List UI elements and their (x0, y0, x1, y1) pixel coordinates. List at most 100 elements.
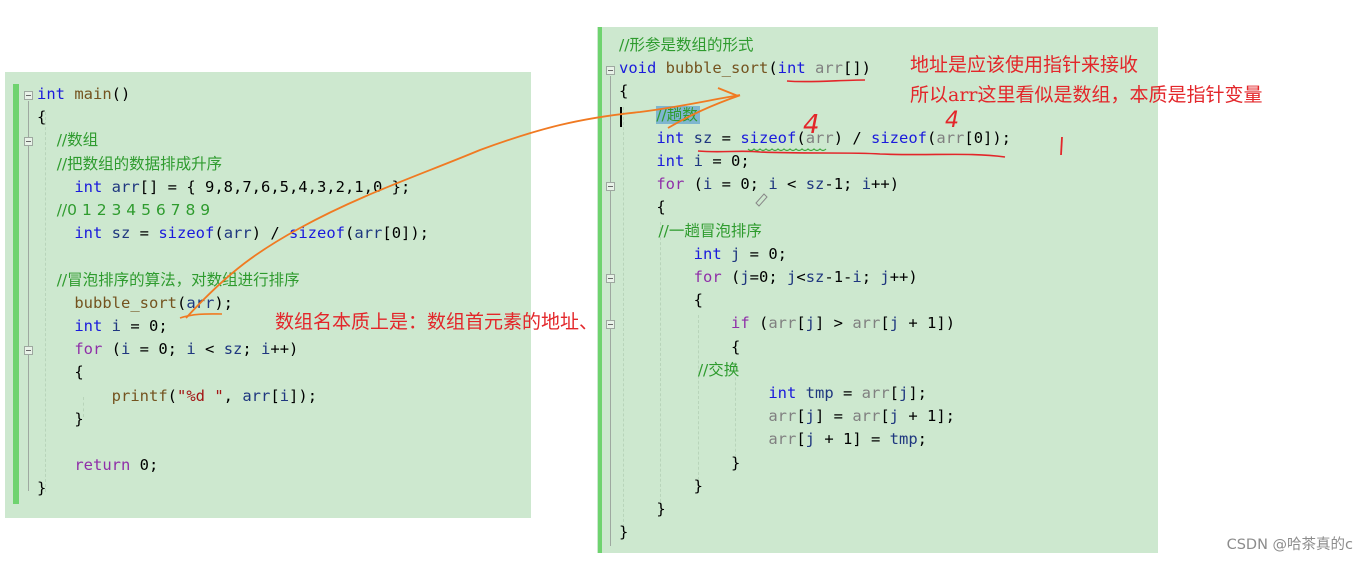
code-line[interactable]: //一趟冒泡排序 (619, 220, 762, 243)
code-token: arr (768, 430, 797, 449)
code-line[interactable]: int j = 0; (619, 243, 787, 266)
code-token: i (693, 152, 704, 170)
fold-toggle-for[interactable] (24, 346, 33, 355)
code-token: i (111, 317, 122, 335)
code-token: //一趟冒泡排序 (619, 221, 762, 240)
code-line[interactable]: int tmp = arr[j]; (619, 382, 927, 405)
code-token: } (37, 409, 84, 428)
fold-toggle-bubble-sort[interactable] (606, 66, 615, 75)
code-line[interactable]: arr[j] = arr[j + 1]; (619, 405, 955, 428)
code-token: j (731, 244, 741, 263)
left-code-editor[interactable]: int main() { //数组 //把数组的数据排成升序 int arr[] … (5, 72, 531, 518)
code-line[interactable]: printf("%d ", arr[i]); (37, 385, 317, 408)
code-line[interactable]: } (619, 452, 740, 475)
code-token: int (656, 128, 685, 147)
code-line[interactable]: } (37, 477, 46, 500)
code-token: ( (796, 128, 806, 147)
code-token: ) / (833, 128, 872, 147)
code-line[interactable]: void bubble_sort(int arr[]) (619, 57, 871, 80)
code-token: { (619, 198, 666, 217)
fold-toggle-inner-for[interactable] (606, 274, 615, 283)
code-line[interactable]: } (37, 408, 84, 431)
code-token: return (74, 456, 131, 475)
code-token: = 0; (130, 340, 187, 359)
code-token: int (74, 224, 103, 243)
code-token: ( (721, 268, 741, 286)
code-token: sz (805, 268, 825, 286)
code-line[interactable]: bubble_sort(arr); (37, 292, 233, 315)
code-line[interactable]: { (37, 361, 83, 384)
code-line[interactable]: { (619, 196, 666, 219)
code-line[interactable]: //形参是数组的形式 (619, 34, 753, 57)
code-token: int (74, 177, 103, 196)
code-line[interactable]: arr[j + 1] = tmp; (619, 428, 927, 451)
code-token: , (223, 386, 243, 405)
code-line[interactable]: //交换 (619, 359, 739, 382)
code-token: arr (805, 128, 834, 147)
code-token: = 0; (740, 244, 788, 263)
code-line[interactable]: { (619, 289, 703, 312)
code-token: i (768, 175, 778, 194)
code-line[interactable]: } (619, 475, 703, 498)
code-token: { (37, 108, 47, 127)
code-line[interactable]: int sz = sizeof(arr) / sizeof(arr[0]); (619, 127, 1011, 150)
code-token: i (852, 268, 862, 286)
code-token: < (796, 268, 806, 286)
code-line[interactable]: { (37, 106, 46, 129)
code-token: arr (186, 293, 215, 312)
fold-guide (610, 76, 611, 546)
code-token: + 1]; (899, 407, 956, 426)
code-token: arr (852, 314, 881, 333)
code-line[interactable]: int i = 0; (37, 315, 168, 338)
code-line[interactable]: { (619, 336, 740, 359)
code-token: = 0; (121, 317, 168, 335)
code-token: } (37, 479, 47, 498)
code-line[interactable]: //数组 (37, 129, 98, 152)
code-token: "%d " (177, 386, 224, 405)
fold-toggle-outer-for[interactable] (606, 182, 615, 191)
code-token: j (889, 314, 900, 333)
code-line[interactable]: for (j=0; j<sz-1-i; j++) (619, 266, 918, 289)
code-token: () (111, 85, 131, 103)
code-line[interactable]: int i = 0; (619, 150, 750, 173)
code-token: = 0; (703, 152, 750, 170)
code-token: //把数组的数据排成升序 (37, 154, 223, 173)
code-line[interactable]: //趟数 (619, 104, 700, 127)
code-line[interactable]: //把数组的数据排成升序 (37, 153, 222, 176)
code-line[interactable]: } (619, 498, 665, 521)
code-token: j (805, 430, 815, 449)
code-token: = (130, 224, 159, 243)
code-line[interactable]: } (619, 521, 628, 544)
code-line[interactable]: int sz = sizeof(arr) / sizeof(arr[0]); (37, 222, 429, 245)
code-line[interactable]: int arr[] = { 9,8,7,6,5,4,3,2,1,0 }; (37, 176, 410, 199)
code-line[interactable]: { (619, 80, 628, 103)
code-token: ]); (289, 386, 318, 405)
fold-toggle-main[interactable] (24, 91, 33, 100)
code-line[interactable]: //0 1 2 3 4 5 6 7 8 9 (37, 199, 210, 222)
code-token: sizeof (871, 128, 928, 147)
code-line[interactable]: //冒泡排序的算法，对数组进行排序 (37, 269, 300, 292)
code-line[interactable]: return 0; (37, 454, 158, 477)
code-token: sz (693, 128, 713, 147)
fold-toggle-if[interactable] (606, 320, 615, 329)
code-line[interactable]: int main() (37, 83, 130, 106)
code-token: sizeof (289, 224, 346, 243)
code-token: ]; (908, 384, 928, 402)
code-token: int (74, 317, 103, 335)
fold-toggle-comment[interactable] (24, 137, 33, 146)
code-token: int (777, 59, 806, 78)
code-token: int (656, 152, 685, 170)
code-token: = 0; (712, 175, 769, 194)
code-line[interactable]: for (i = 0; i < sz-1; i++) (619, 173, 899, 196)
code-token: for (656, 175, 685, 194)
code-token: sz (223, 340, 243, 359)
code-line[interactable]: for (i = 0; i < sz; i++) (37, 338, 298, 361)
code-line[interactable]: if (arr[j] > arr[j + 1]) (619, 312, 955, 335)
code-token: = (833, 384, 862, 402)
